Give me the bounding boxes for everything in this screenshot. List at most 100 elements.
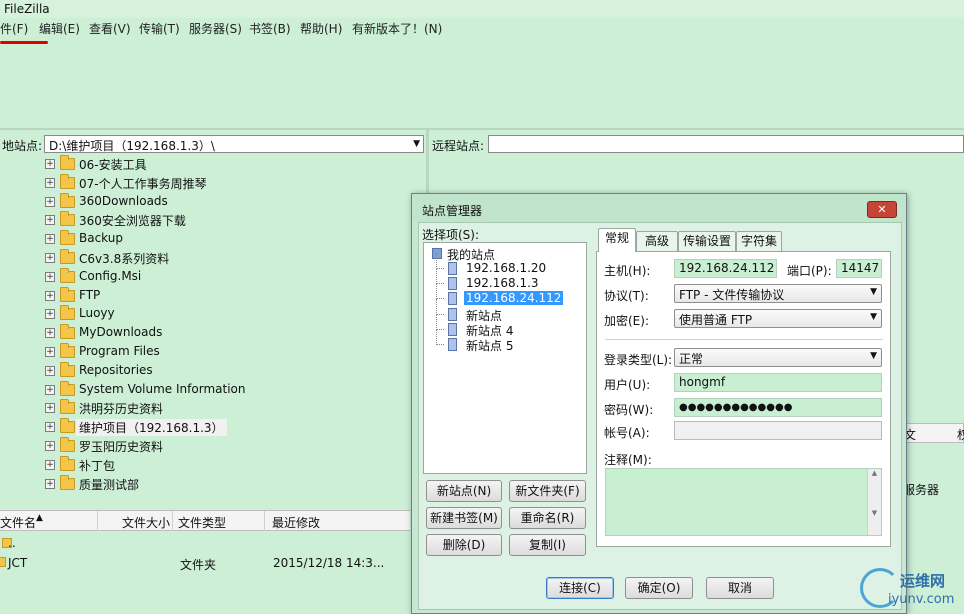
menu-bookmarks[interactable]: 书签(B) — [249, 20, 291, 37]
tree-item[interactable]: + Repositories — [0, 361, 412, 381]
expand-icon[interactable]: + — [45, 271, 55, 282]
tree-item[interactable]: + Backup — [0, 230, 412, 249]
expand-icon[interactable]: + — [45, 347, 55, 357]
comment-textarea[interactable]: ▲ ▼ — [605, 468, 882, 536]
local-site-label: 地站点: — [2, 139, 43, 153]
tree-item[interactable]: + 洪明芬历史资料 — [0, 399, 412, 418]
server-icon — [448, 307, 457, 321]
tree-item[interactable]: +360安全浏览器下载 — [0, 211, 412, 230]
tree-item-label: 质量测试部 — [79, 477, 140, 492]
menu-file[interactable]: 件(F) — [0, 20, 28, 37]
protocol-label: 协议(T): — [604, 289, 649, 303]
col-header-filename[interactable]: 文件名 — [0, 514, 36, 531]
tree-item[interactable]: + System Volume Information — [0, 380, 412, 400]
tree-item[interactable]: + 补丁包 — [0, 455, 412, 475]
tree-item-label: 罗玉阳历史资料 — [79, 440, 164, 454]
local-path-combobox[interactable]: D:\维护项目（192.168.1.3）\ ▼ — [44, 135, 424, 153]
menu-help[interactable]: 帮助(H) — [300, 20, 342, 37]
connect-button[interactable]: 连接(C) — [546, 577, 614, 599]
tree-item[interactable]: + Program Files — [0, 343, 412, 362]
port-input[interactable]: 14147 — [836, 259, 882, 278]
user-input[interactable]: hongmf — [674, 373, 882, 392]
expand-icon[interactable]: + — [45, 384, 55, 395]
tree-item[interactable]: + 质量测试部 — [0, 474, 412, 494]
expand-icon[interactable]: + — [45, 253, 55, 263]
expand-icon[interactable]: + — [45, 309, 55, 320]
expand-icon[interactable]: + — [45, 478, 55, 489]
rename-button[interactable]: 重命名(R) — [509, 507, 586, 529]
site-item[interactable]: 192.168.24.112 — [436, 283, 586, 306]
expand-icon[interactable]: + — [45, 159, 55, 169]
col-header-filesize[interactable]: 文件大小 — [122, 514, 170, 531]
remote-col-fragment-2[interactable]: 权 — [957, 426, 964, 443]
site-item[interactable]: 192.168.1.3 — [436, 268, 586, 291]
table-row[interactable]: JCT 文件夹 2015/12/18 14:3... — [0, 555, 410, 573]
expand-icon[interactable]: + — [45, 441, 55, 451]
tree-item[interactable]: + Config.Msi — [0, 267, 412, 287]
tab-advanced[interactable]: 高级 — [636, 231, 678, 251]
site-item[interactable]: 新站点 — [436, 298, 586, 323]
tree-item[interactable]: + C6v3.8系列资料 — [0, 249, 412, 268]
logon-type-select[interactable]: 正常 ▼ — [674, 348, 882, 367]
dropdown-arrow-icon[interactable]: ▼ — [413, 139, 420, 149]
menu-view[interactable]: 查看(V) — [89, 20, 131, 37]
menu-new-version[interactable]: 有新版本了！(N) — [352, 20, 442, 37]
site-item[interactable]: 新站点 5 — [436, 329, 586, 353]
folder-icon — [60, 173, 75, 189]
col-header-filetype[interactable]: 文件类型 — [178, 514, 226, 531]
protocol-select[interactable]: FTP - 文件传输协议 ▼ — [674, 284, 882, 303]
menu-server[interactable]: 服务器(S) — [189, 20, 242, 37]
tab-charset[interactable]: 字符集 — [736, 231, 782, 251]
cancel-button[interactable]: 取消 — [706, 577, 774, 599]
local-site-bar: 地站点: D:\维护项目（192.168.1.3）\ ▼ — [0, 133, 424, 155]
comment-label: 注释(M): — [604, 453, 652, 467]
copy-button[interactable]: 复制(I) — [509, 534, 586, 556]
menu-edit[interactable]: 编辑(E) — [39, 20, 80, 37]
remote-text-fragment: 服务器 — [903, 483, 940, 497]
tree-item-label: C6v3.8系列资料 — [79, 252, 170, 266]
tree-item[interactable]: + 维护项目（192.168.1.3） — [0, 418, 412, 437]
tab-transfer-settings[interactable]: 传输设置 — [678, 231, 736, 251]
server-icon — [448, 262, 457, 275]
table-row[interactable]: .. — [0, 536, 410, 554]
expand-icon[interactable]: + — [45, 422, 55, 433]
remote-path-combobox[interactable] — [488, 135, 964, 153]
new-folder-button[interactable]: 新文件夹(F) — [509, 480, 586, 502]
host-input[interactable]: 192.168.24.112 — [674, 259, 777, 278]
tree-item[interactable]: + 罗玉阳历史资料 — [0, 437, 412, 456]
expand-icon[interactable]: + — [45, 459, 55, 470]
comment-scrollbar[interactable]: ▲ ▼ — [867, 469, 881, 535]
new-bookmark-button[interactable]: 新建书签(M) — [426, 507, 502, 529]
folder-icon — [60, 399, 75, 415]
tree-item[interactable]: +06-安装工具 — [0, 155, 412, 174]
expand-icon[interactable]: + — [45, 290, 55, 301]
account-input — [674, 421, 882, 440]
dialog-titlebar[interactable]: 站点管理器 ✕ — [412, 194, 906, 222]
expand-icon[interactable]: + — [45, 365, 55, 376]
encryption-select[interactable]: 使用普通 FTP ▼ — [674, 309, 882, 328]
watermark-text: 运维网 — [900, 572, 946, 590]
site-item[interactable]: 新站点 4 — [436, 313, 586, 338]
tree-item[interactable]: + FTP — [0, 286, 412, 306]
expand-icon[interactable]: + — [45, 234, 55, 245]
delete-button[interactable]: 删除(D) — [426, 534, 502, 556]
password-input[interactable]: ●●●●●●●●●●●●● — [674, 398, 882, 417]
expand-icon[interactable]: + — [45, 215, 55, 226]
tree-item[interactable]: + MyDownloads — [0, 324, 412, 343]
new-site-button[interactable]: 新站点(N) — [426, 480, 502, 502]
tab-general[interactable]: 常规 — [598, 228, 636, 252]
expand-icon[interactable]: + — [45, 177, 55, 188]
site-tree: 我的站点 192.168.1.20 192.168.1.3 192.168.24.1… — [423, 242, 587, 474]
tree-item[interactable]: +360Downloads — [0, 192, 412, 212]
red-underline-annotation — [0, 41, 48, 44]
expand-icon[interactable]: + — [45, 403, 55, 414]
col-header-modified[interactable]: 最近修改 — [272, 514, 320, 531]
menu-transfer[interactable]: 传输(T) — [139, 20, 180, 37]
close-icon[interactable]: ✕ — [867, 201, 897, 218]
ok-button[interactable]: 确定(O) — [625, 577, 693, 599]
tree-item[interactable]: +07-个人工作事务周推琴 — [0, 173, 412, 193]
site-item[interactable]: 192.168.1.20 — [436, 253, 586, 276]
expand-icon[interactable]: + — [45, 196, 55, 207]
tree-item[interactable]: + Luoyy — [0, 305, 412, 324]
expand-icon[interactable]: + — [45, 328, 55, 339]
